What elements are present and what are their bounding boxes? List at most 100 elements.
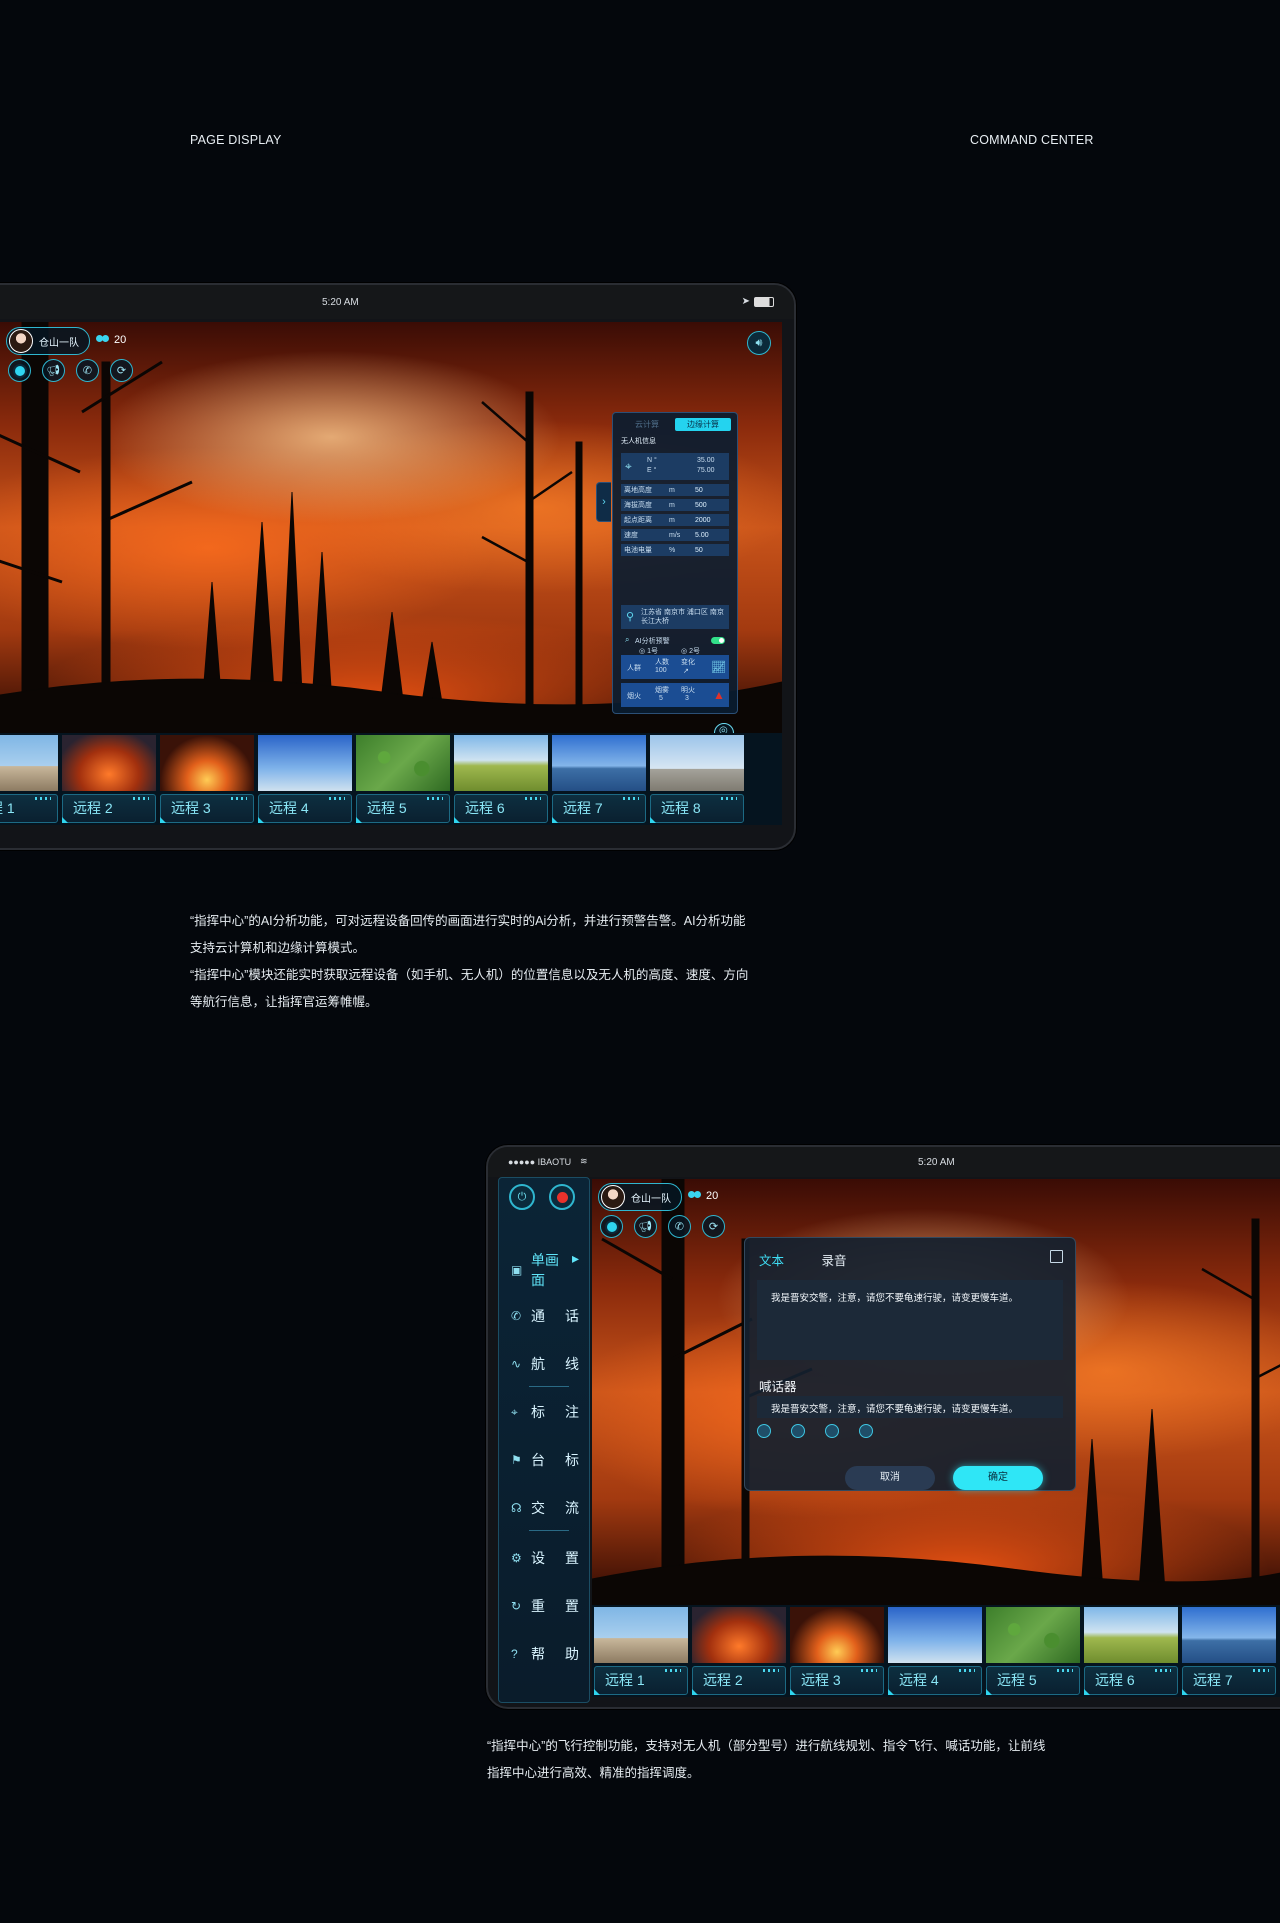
camera-preview-image — [258, 735, 352, 791]
caption-2: “指挥中心”的飞行控制功能，支持对无人机（部分型号）进行航线规划、指令飞行、喊话… — [487, 1733, 1045, 1787]
camera-thumbnail[interactable]: 远程 7 — [1180, 1605, 1278, 1697]
camera-thumbnail[interactable]: 远程 1 — [0, 733, 60, 825]
tab-record[interactable]: 录音 — [822, 1254, 847, 1268]
trend-chart-icon: 📈︎ — [711, 660, 727, 674]
camera-thumbnail[interactable]: 远程 3 — [788, 1605, 886, 1697]
sidebar-item[interactable]: ? 帮 助 — [511, 1642, 579, 1666]
power-button[interactable]: ⏻ — [509, 1184, 535, 1210]
record-button[interactable] — [8, 359, 31, 382]
speaker-label: 喊话器 — [759, 1380, 797, 1394]
refresh-button[interactable]: ⟳ — [110, 359, 133, 382]
camera-thumbnail[interactable]: 远程 6 — [452, 733, 550, 825]
sidebar-item-icon: ⌖ — [511, 1404, 518, 1419]
megaphone-icon: 📢︎ — [638, 1221, 653, 1233]
camera-thumbnail[interactable]: 远程 3 — [158, 733, 256, 825]
megaphone-button[interactable]: 📢︎ — [42, 359, 65, 382]
sidebar-item[interactable]: ☊ 交 流 — [511, 1496, 579, 1520]
location-box: ⚲ 江苏省 南京市 浦口区 南京长江大桥 — [621, 605, 729, 629]
text-message-input[interactable]: 我是晋安交警，注意，请您不要龟速行驶，请变更慢车道。 — [757, 1280, 1063, 1360]
speaker-message[interactable]: 我是晋安交警，注意，请您不要龟速行驶，请变更慢车道。 — [757, 1396, 1063, 1418]
notes-icon[interactable] — [1050, 1250, 1063, 1263]
ai-toggle[interactable] — [711, 637, 725, 644]
camera-thumbnail[interactable]: 远程 7 — [550, 733, 648, 825]
sidebar-item-label-suffix: 流 — [565, 1500, 579, 1516]
team-chip[interactable]: 仓山一队 — [6, 327, 90, 355]
tab-cloud-compute[interactable]: 云计算 — [619, 418, 675, 431]
sidebar-item-label: 标 — [531, 1404, 545, 1420]
caption-1: “指挥中心”的AI分析功能，可对远程设备回传的画面进行实时的Ai分析，并进行预警… — [190, 908, 748, 1016]
speaker-button[interactable]: 🔊︎ — [747, 331, 771, 355]
sidebar-item[interactable]: ⚑ 台 标 — [511, 1448, 579, 1472]
info-row: 电池电量% 50 — [621, 544, 729, 556]
camera-thumbnail[interactable]: 远程 6 — [1082, 1605, 1180, 1697]
loop-icon[interactable] — [791, 1424, 805, 1438]
sidebar-item-icon: ? — [511, 1647, 518, 1661]
pause-icon[interactable] — [859, 1424, 873, 1438]
info-row-label: 电池电量 — [624, 547, 652, 554]
panel-collapse-handle[interactable]: › — [596, 482, 611, 522]
camera-label: 远程 3 — [160, 794, 254, 823]
camera-label: 远程 3 — [790, 1666, 884, 1695]
compute-mode-tabs: 云计算 边缘计算 — [619, 418, 731, 431]
camera-label: 远程 4 — [258, 794, 352, 823]
sidebar-item[interactable]: ∿ 航 线 — [511, 1352, 579, 1376]
tab-text[interactable]: 文本 — [759, 1254, 784, 1268]
sidebar-item-label: 通 — [531, 1308, 545, 1324]
volume-icon[interactable] — [757, 1424, 771, 1438]
live-video-view[interactable]: 仓山一队 20 📢︎ ✆ ⟳ 🔊︎ › 云计算 边缘计算 无人机信息 ⌖ N °… — [0, 322, 782, 733]
info-row-unit: m — [669, 516, 675, 524]
camera-label: 远程 1 — [594, 1666, 688, 1695]
sidebar: ⏻ ▣ 单画面 ▸ ✆ 通话 ∿ 航线 ⌖ 标注 ⚑ 台标 ☊ 交流 ⚙ 设置 ↻ 重置? 帮助 — [498, 1177, 590, 1703]
camera-thumbnail[interactable]: 远程 5 — [984, 1605, 1082, 1697]
camera-label: 远程 5 — [356, 794, 450, 823]
sidebar-item[interactable]: ⚙ 设 置 — [511, 1546, 579, 1570]
caption-1-line: 等航行信息，让指挥官运筹帷幄。 — [190, 995, 378, 1009]
drone-info-panel: 云计算 边缘计算 无人机信息 ⌖ N ° E ° 35.00 75.00 离地高… — [612, 412, 738, 714]
info-row: 起点距离 m 2000 — [621, 514, 729, 526]
call-button[interactable]: ✆ — [76, 359, 99, 382]
record-button[interactable] — [600, 1215, 623, 1238]
sidebar-item[interactable]: ↻ 重 置 — [511, 1594, 579, 1618]
panel-title: 无人机信息 — [621, 438, 656, 445]
camera-thumbnail[interactable]: 远程 4 — [256, 733, 354, 825]
crowd-alert-box: 人群 人数 100 变化 ↗ 📈︎ — [621, 655, 729, 679]
caption-2-line: 指挥中心进行高效、精准的指挥调度。 — [487, 1766, 700, 1780]
sidebar-item[interactable]: ✆ 通 话 — [511, 1304, 579, 1328]
member-count[interactable]: 20 — [688, 1190, 718, 1202]
megaphone-button[interactable]: 📢︎ — [634, 1215, 657, 1238]
live-video-view[interactable]: 仓山一队 20 📢︎ ✆ ⟳ 文本 录音 我是晋安交警，注意，请您不要龟速行驶，… — [592, 1179, 1280, 1605]
megaphone-icon: 📢︎ — [46, 365, 61, 377]
camera-thumbnail[interactable]: 远程 2 — [690, 1605, 788, 1697]
camera-label: 远程 7 — [1182, 1666, 1276, 1695]
camera-label: 远程 4 — [888, 1666, 982, 1695]
camera-preview-image — [1084, 1607, 1178, 1663]
smoke-value: 5 — [659, 695, 663, 702]
record-button[interactable] — [549, 1184, 575, 1210]
refresh-button[interactable]: ⟳ — [702, 1215, 725, 1238]
camera-thumbnail[interactable]: 远程 1 — [592, 1605, 690, 1697]
chevron-right-icon: › — [602, 496, 606, 508]
play-icon[interactable] — [825, 1424, 839, 1438]
sidebar-item[interactable]: ⌖ 标 注 — [511, 1400, 579, 1424]
sidebar-item-label-suffix: 话 — [565, 1308, 579, 1324]
camera-label: 远程 1 — [0, 794, 58, 823]
info-row-value: 50 — [695, 486, 703, 494]
info-row-unit: % — [669, 546, 676, 554]
sidebar-item[interactable]: ▣ 单画面 ▸ — [511, 1250, 579, 1288]
warning-icon: ▲ — [713, 688, 725, 702]
call-button[interactable]: ✆ — [668, 1215, 691, 1238]
info-row-label: 起点距离 — [624, 517, 652, 524]
member-count[interactable]: 20 — [96, 334, 126, 346]
users-icon — [688, 1191, 702, 1201]
cancel-button[interactable]: 取消 — [845, 1466, 935, 1490]
caption-1-line: 支持云计算机和边缘计算模式。 — [190, 941, 366, 955]
sidebar-item-label-suffix: 标 — [565, 1452, 579, 1468]
team-chip[interactable]: 仓山一队 — [598, 1183, 682, 1211]
confirm-button[interactable]: 确定 — [953, 1466, 1043, 1490]
camera-thumbnail[interactable]: 远程 5 — [354, 733, 452, 825]
camera-thumbnail[interactable]: 远程 2 — [60, 733, 158, 825]
camera-thumbnail[interactable]: 远程 4 — [886, 1605, 984, 1697]
info-row-label: 速度 — [624, 532, 638, 539]
tab-edge-compute[interactable]: 边缘计算 — [675, 418, 731, 431]
camera-thumbnail[interactable]: 远程 8 — [648, 733, 746, 825]
